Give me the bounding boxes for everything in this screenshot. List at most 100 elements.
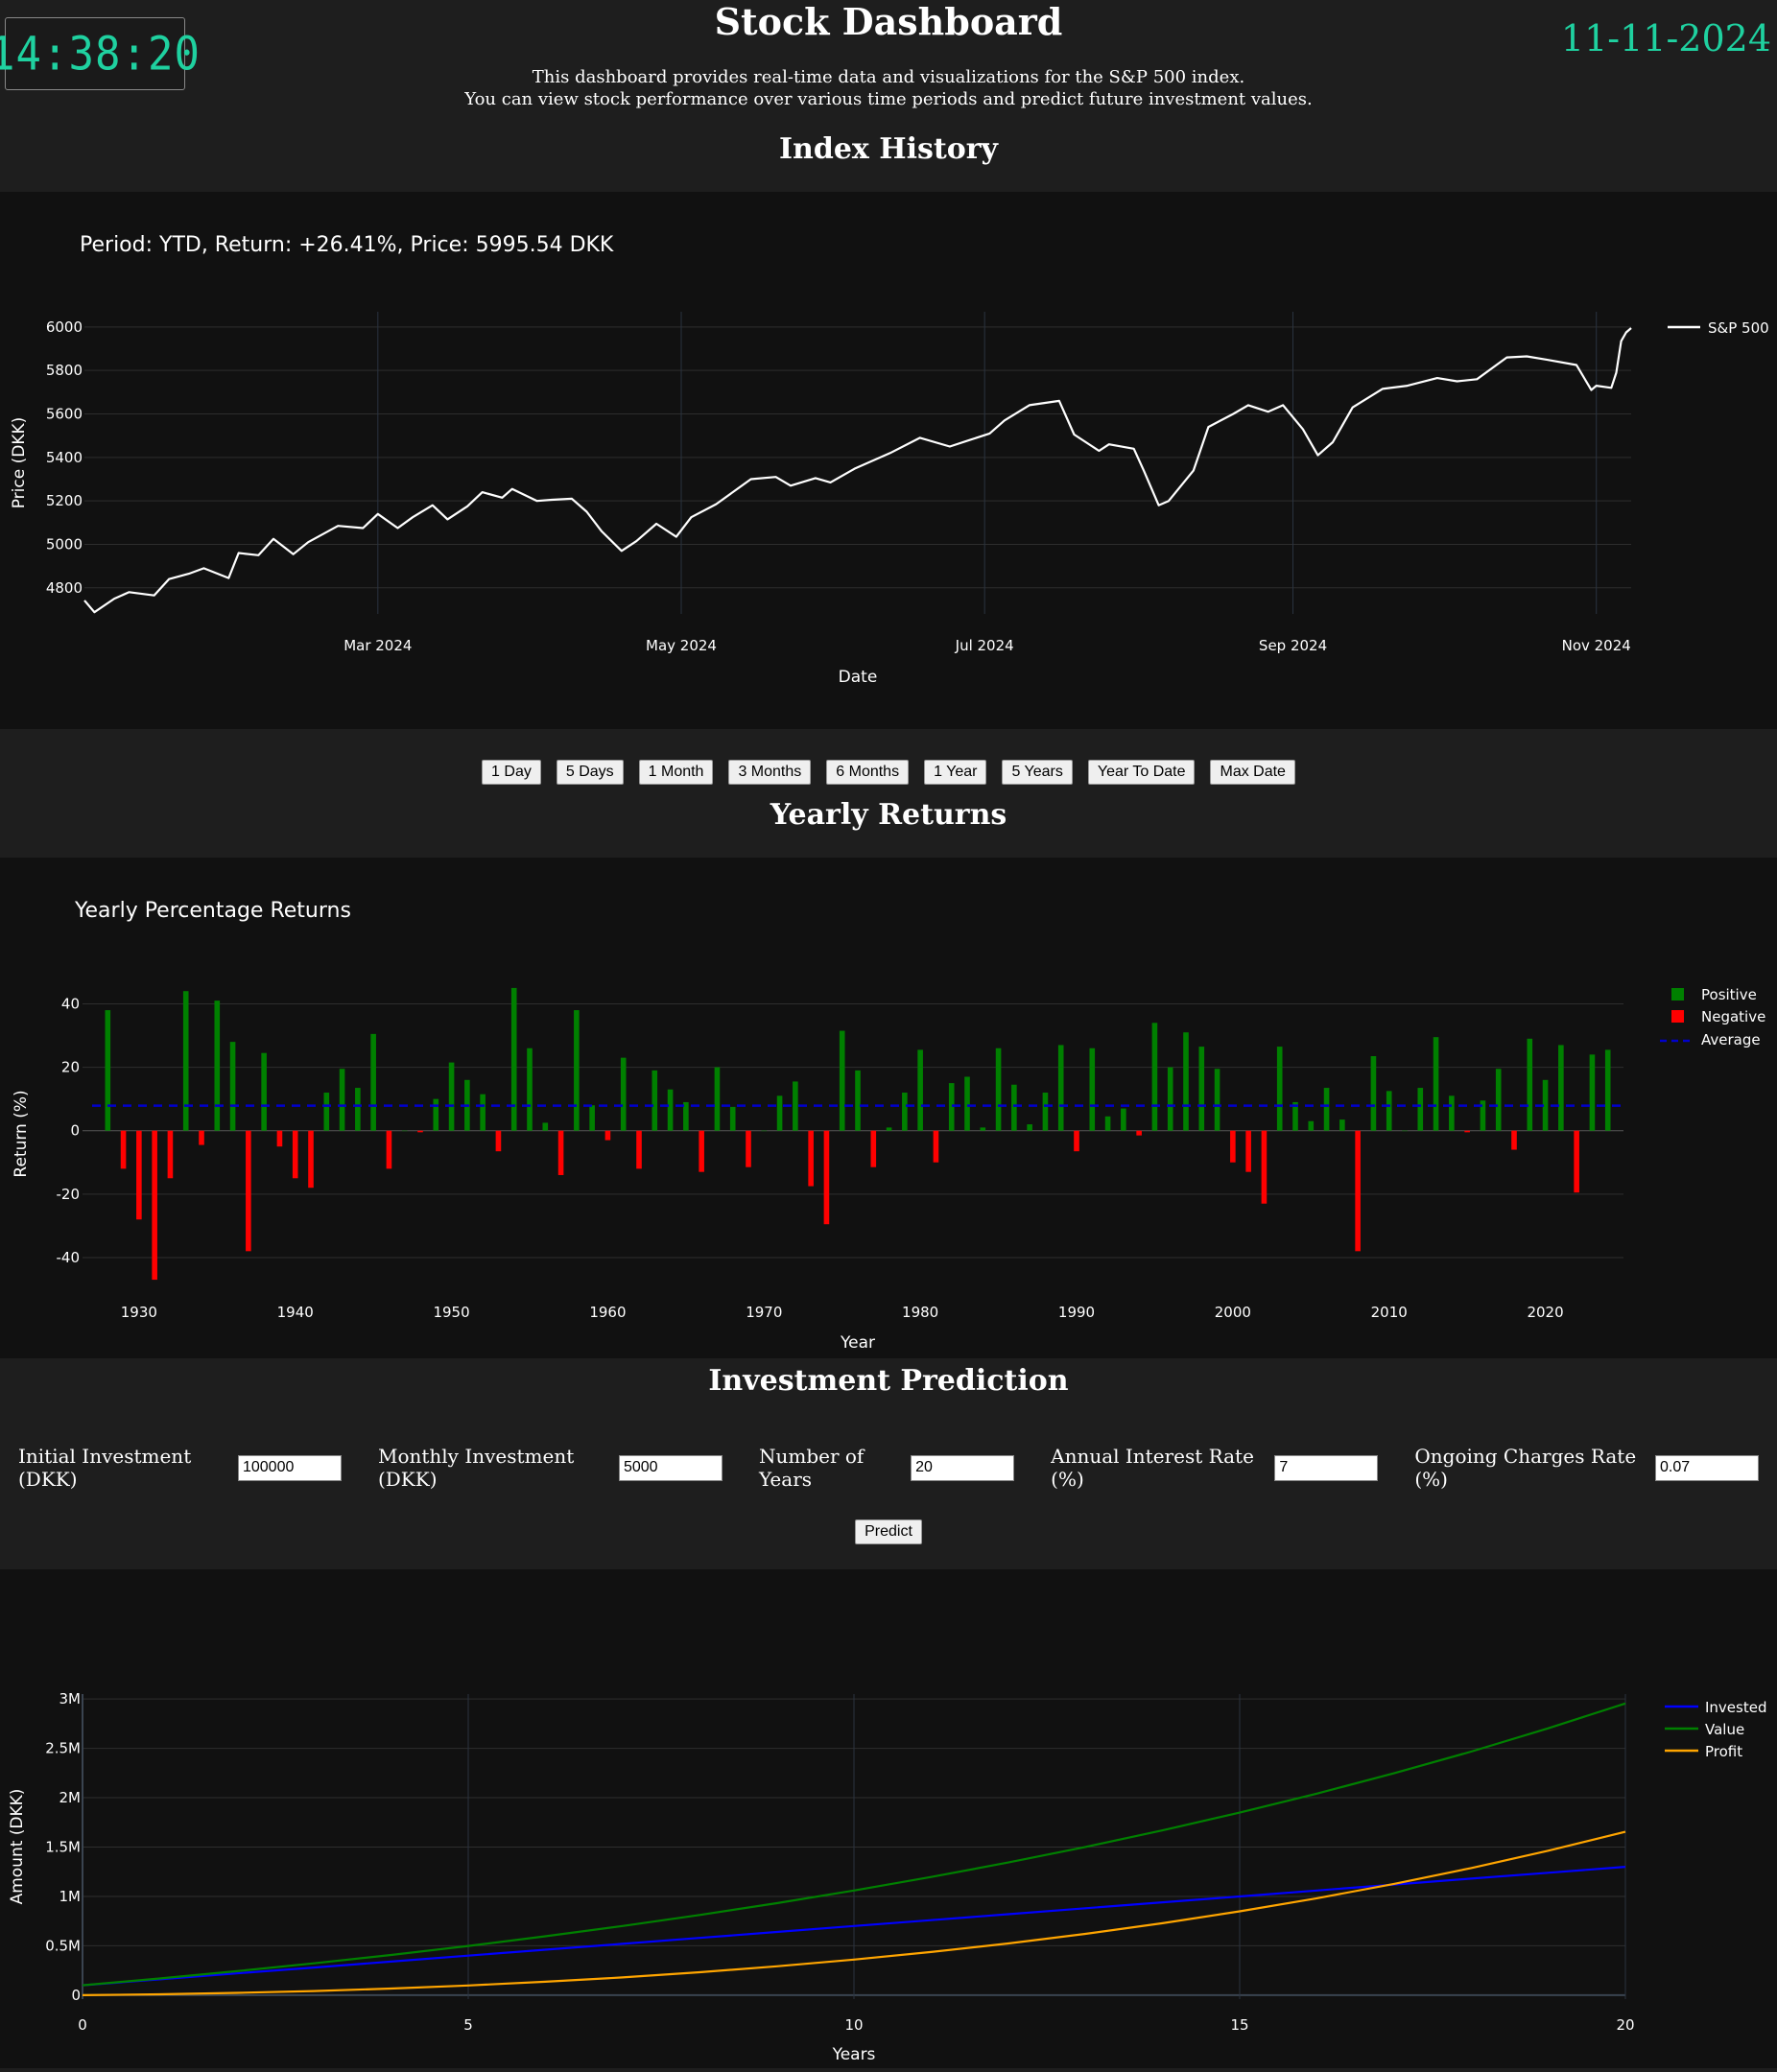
bar-year-2023 — [1589, 1054, 1596, 1131]
x-tick-label: May 2024 — [646, 637, 717, 654]
bar-year-1973 — [808, 1130, 814, 1187]
initial-investment-input[interactable] — [237, 1454, 342, 1481]
legend-label-negative: Negative — [1701, 1008, 1765, 1025]
bar-year-1948 — [417, 1130, 423, 1133]
bar-year-1981 — [933, 1130, 939, 1163]
yearly-returns-chart-panel: Yearly Percentage Returns -40 -20 0 20 40 1930… — [0, 858, 1777, 1358]
annual-interest-rate-input[interactable] — [1274, 1454, 1379, 1481]
bar-year-1959 — [589, 1105, 595, 1131]
legend-label-sp500: S&P 500 — [1708, 319, 1769, 337]
bar-year-1971 — [776, 1095, 783, 1131]
bar-year-2011 — [1402, 1130, 1408, 1132]
bar-year-1996 — [1167, 1067, 1173, 1131]
bar-year-1953 — [495, 1130, 502, 1152]
period-button-5-days[interactable]: 5 Days — [556, 760, 624, 785]
y-tick-label: 2M — [59, 1789, 82, 1806]
bar-year-1982 — [948, 1083, 955, 1131]
bar-year-1929 — [120, 1130, 127, 1169]
bar-year-1987 — [1027, 1124, 1032, 1131]
x-tick-label: 2010 — [1371, 1304, 1408, 1321]
period-button-1-year[interactable]: 1 Year — [924, 760, 987, 785]
bar-year-1967 — [714, 1067, 721, 1131]
index-history-heading: Index History — [779, 132, 998, 166]
number-of-years-input[interactable] — [911, 1454, 1015, 1481]
current-date: 11-11-2024 — [1560, 17, 1771, 59]
description-line-1: This dashboard provides real-time data a… — [532, 67, 1245, 87]
monthly-investment-input[interactable] — [618, 1454, 723, 1481]
bar-year-1939 — [276, 1130, 283, 1147]
y-tick-label: 3M — [59, 1690, 82, 1707]
initial-investment-label: Initial Investment (DKK) — [18, 1445, 192, 1491]
bar-year-1986 — [1011, 1084, 1017, 1131]
monthly-investment-label: Monthly Investment (DKK) — [377, 1445, 575, 1491]
bar-year-1990 — [1074, 1130, 1079, 1152]
x-tick-label: 1960 — [589, 1304, 626, 1321]
bar-year-1979 — [902, 1093, 908, 1131]
x-tick-label: 2000 — [1215, 1304, 1251, 1321]
bar-year-2008 — [1355, 1130, 1361, 1252]
bar-year-1976 — [855, 1070, 861, 1131]
bar-year-1985 — [995, 1048, 1002, 1131]
bar-year-1950 — [448, 1062, 455, 1131]
period-button-1-month[interactable]: 1 Month — [638, 760, 714, 785]
initial-investment-field-group: Initial Investment (DKK) — [18, 1445, 342, 1491]
investment-form: Initial Investment (DKK) Monthly Investme… — [0, 1445, 1777, 1491]
x-tick-label: 10 — [844, 2016, 863, 2034]
period-button-1-day[interactable]: 1 Day — [482, 760, 541, 785]
investment-prediction-chart[interactable]: 0 0.5M 1M 1.5M 2M 2.5M 3M 0 5 10 15 20 Years Amount (… — [0, 1569, 1777, 2068]
bar-year-1983 — [964, 1076, 970, 1131]
bar-year-2003 — [1276, 1047, 1283, 1131]
period-button-3-months[interactable]: 3 Months — [728, 760, 812, 785]
ongoing-charges-rate-input[interactable] — [1655, 1454, 1760, 1481]
bar-year-1932 — [167, 1130, 174, 1179]
predict-button[interactable]: Predict — [855, 1519, 922, 1544]
period-button-6-months[interactable]: 6 Months — [826, 760, 910, 785]
y-tick-label: 1.5M — [45, 1839, 81, 1856]
bar-year-1942 — [323, 1093, 330, 1131]
yearly-returns-chart[interactable]: Yearly Percentage Returns -40 -20 0 20 40 1930… — [0, 858, 1777, 1358]
legend-label-positive: Positive — [1701, 986, 1757, 1003]
bar-year-1944 — [355, 1088, 361, 1131]
bar-year-2014 — [1449, 1095, 1455, 1131]
bar-year-1962 — [636, 1130, 642, 1169]
bar-year-1993 — [1121, 1108, 1126, 1131]
bar-year-1947 — [401, 1130, 408, 1132]
ongoing-charges-rate-label: Ongoing Charges Rate (%) — [1414, 1445, 1637, 1491]
y-tick-label: 20 — [61, 1059, 80, 1076]
period-button-row: 1 Day 5 Days 1 Month 3 Months 6 Months 1 Year… — [0, 760, 1777, 785]
legend-swatch-negative — [1671, 1010, 1684, 1023]
x-tick-label: Jul 2024 — [955, 637, 1014, 654]
x-tick-label: 1940 — [277, 1304, 314, 1321]
bar-year-1998 — [1198, 1047, 1205, 1131]
y-tick-label: 5800 — [46, 362, 83, 379]
bar-year-1936 — [229, 1042, 236, 1131]
legend-swatch-positive — [1671, 988, 1684, 1001]
yearly-returns-heading: Yearly Returns — [770, 798, 1007, 832]
y-tick-label: 2.5M — [45, 1740, 81, 1757]
bar-year-1997 — [1183, 1032, 1189, 1131]
x-tick-label: 1950 — [433, 1304, 469, 1321]
bar-year-1941 — [308, 1130, 314, 1189]
period-button-year-to-date[interactable]: Year To Date — [1087, 760, 1196, 785]
bar-year-1974 — [823, 1130, 830, 1225]
bar-year-1928 — [105, 1010, 111, 1131]
bar-year-1968 — [729, 1106, 736, 1131]
bar-year-2006 — [1323, 1088, 1330, 1131]
x-tick-label: 0 — [78, 2016, 87, 2034]
y-tick-label: 6000 — [46, 318, 83, 336]
x-tick-label: Nov 2024 — [1562, 637, 1631, 654]
period-button-5-years[interactable]: 5 Years — [1002, 760, 1073, 785]
bar-year-1963 — [652, 1070, 658, 1131]
bar-year-1937 — [246, 1130, 251, 1252]
bar-year-2010 — [1386, 1091, 1392, 1131]
bar-year-1978 — [886, 1127, 892, 1131]
bar-year-1952 — [480, 1094, 486, 1131]
number-of-years-label: Number of Years — [758, 1445, 865, 1491]
bar-year-1954 — [510, 987, 517, 1131]
bar-year-2017 — [1495, 1069, 1502, 1131]
x-tick-label: 15 — [1230, 2016, 1248, 2034]
bar-year-1972 — [793, 1081, 798, 1131]
index-history-chart[interactable]: Period: YTD, Return: +26.41%, Price: 599… — [0, 192, 1777, 729]
period-button-max-date[interactable]: Max Date — [1210, 760, 1295, 785]
bar-year-1958 — [574, 1010, 580, 1131]
